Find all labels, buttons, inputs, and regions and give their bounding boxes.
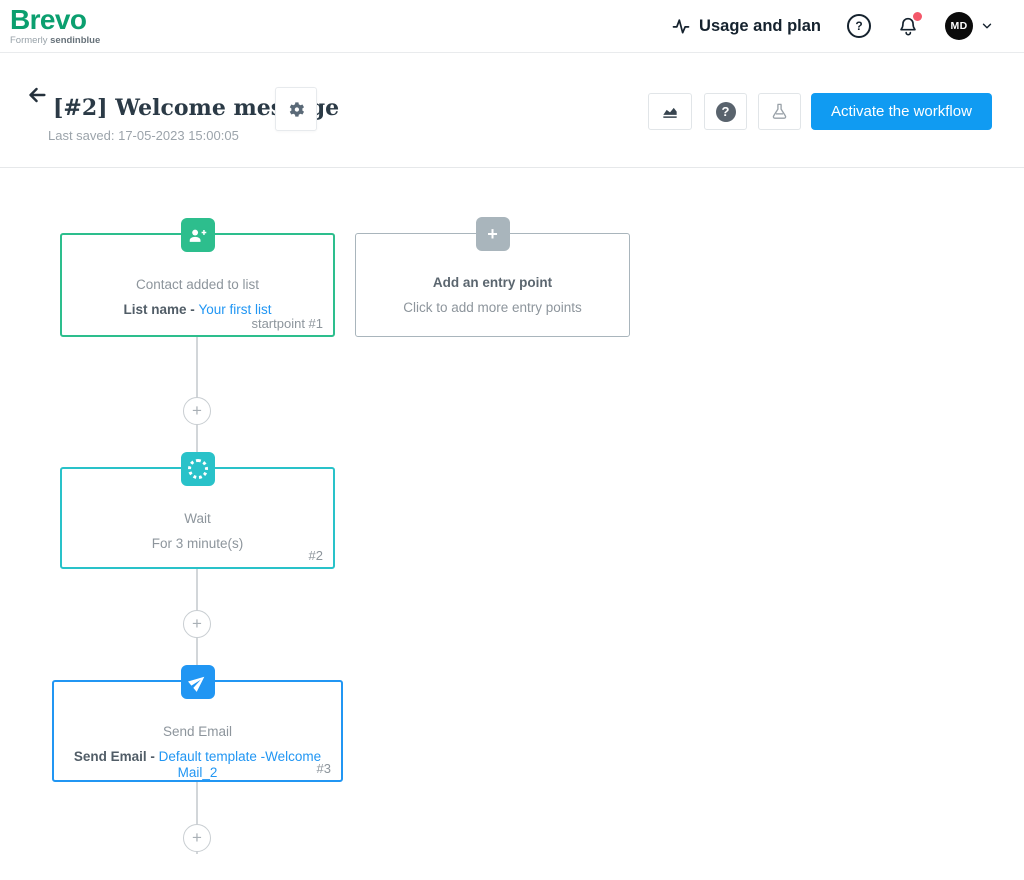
documentation-button[interactable]: ?	[704, 93, 747, 130]
node-subtitle: For 3 minute(s)	[62, 536, 333, 552]
workflow-settings-button[interactable]	[275, 87, 317, 131]
plus-glyph: +	[487, 225, 498, 243]
formerly-label: Formerly	[10, 35, 50, 46]
help-glyph: ?	[855, 19, 862, 33]
template-link[interactable]: Default template -Welcome Mail_2	[159, 749, 322, 780]
question-glyph: ?	[722, 104, 730, 119]
activate-workflow-button[interactable]: Activate the workflow	[811, 93, 992, 130]
chart-icon	[660, 102, 680, 122]
test-workflow-button[interactable]	[758, 93, 801, 130]
node-badge: startpoint #1	[251, 316, 323, 331]
usage-and-plan-link[interactable]: Usage and plan	[671, 16, 821, 36]
user-plus-icon	[181, 218, 215, 252]
statistics-button[interactable]	[648, 93, 692, 130]
node-title: Wait	[62, 511, 333, 527]
brevo-logo[interactable]: Brevo Formerly sendinblue	[10, 4, 100, 46]
notifications-bell-icon[interactable]	[897, 14, 919, 38]
flask-icon	[770, 102, 789, 121]
node-detail: Send Email - Default template -Welcome M…	[54, 749, 341, 781]
gear-icon	[287, 100, 306, 119]
node-detail-label: List name -	[123, 302, 198, 317]
plus-glyph: +	[192, 614, 202, 634]
workflow-canvas[interactable]: + + + Contact added to list List name - …	[0, 168, 1024, 880]
top-navigation-bar: Brevo Formerly sendinblue Usage and plan…	[0, 0, 1024, 53]
activity-icon	[671, 16, 691, 36]
node-title: Send Email	[54, 724, 341, 740]
plus-glyph: +	[192, 401, 202, 421]
add-step-button[interactable]: +	[183, 610, 211, 638]
brevo-logo-text: Brevo	[10, 4, 100, 35]
back-button[interactable]	[26, 84, 48, 106]
spinner-icon	[181, 452, 215, 486]
question-circle-icon: ?	[716, 102, 736, 122]
node-title: Add an entry point	[356, 275, 629, 291]
node-wait[interactable]: Wait For 3 minute(s) #2	[60, 467, 335, 569]
notification-dot	[913, 12, 922, 21]
node-add-entry-point[interactable]: + Add an entry point Click to add more e…	[355, 233, 630, 337]
avatar[interactable]: MD	[945, 12, 973, 40]
node-detail-label: Send Email -	[74, 749, 159, 764]
brevo-logo-tagline: Formerly sendinblue	[10, 35, 100, 46]
help-icon[interactable]: ?	[847, 14, 871, 38]
node-send-email[interactable]: Send Email Send Email - Default template…	[52, 680, 343, 782]
node-subtitle: Click to add more entry points	[356, 300, 629, 316]
node-badge: #3	[317, 761, 331, 776]
node-contact-added-to-list[interactable]: Contact added to list List name - Your f…	[60, 233, 335, 337]
sendinblue-label: sendinblue	[50, 35, 100, 46]
add-step-button[interactable]: +	[183, 824, 211, 852]
node-title: Contact added to list	[62, 277, 333, 293]
last-saved-timestamp: Last saved: 17-05-2023 15:00:05	[48, 128, 239, 143]
plus-icon: +	[476, 217, 510, 251]
add-step-button[interactable]: +	[183, 397, 211, 425]
node-badge: #2	[309, 548, 323, 563]
chevron-down-icon[interactable]	[980, 19, 994, 33]
send-icon	[181, 665, 215, 699]
topbar-right-cluster: Usage and plan ? MD	[671, 0, 994, 52]
plus-glyph: +	[192, 828, 202, 848]
account-menu[interactable]: MD	[945, 12, 994, 40]
usage-and-plan-label: Usage and plan	[699, 17, 821, 36]
list-link[interactable]: Your first list	[198, 302, 271, 317]
